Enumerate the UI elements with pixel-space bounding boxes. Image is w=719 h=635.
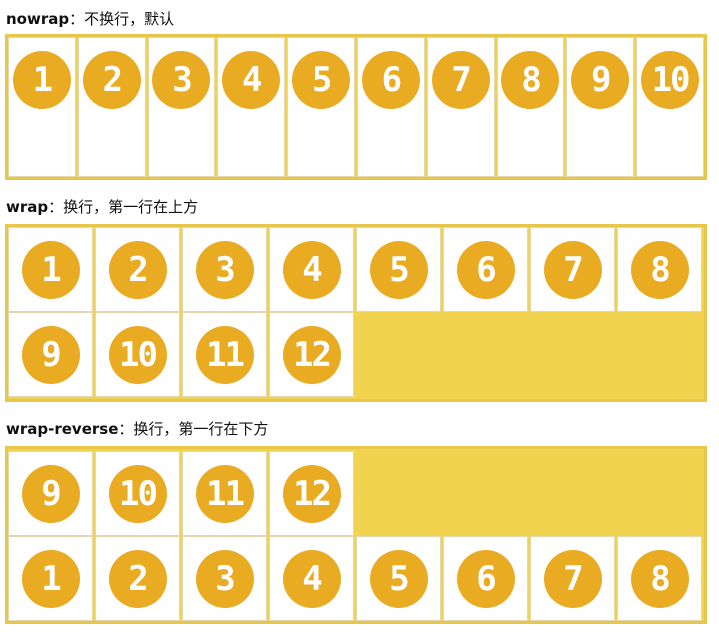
flex-item: 9 <box>8 312 93 397</box>
flex-item: 8 <box>617 227 702 312</box>
flex-item: 6 <box>443 536 528 621</box>
flex-item: 4 <box>269 227 354 312</box>
number-badge: 8 <box>501 51 560 109</box>
flex-item: 3 <box>182 536 267 621</box>
number-badge: 6 <box>456 241 515 299</box>
caption-wrap: wrap：换行，第一行在上方 <box>6 196 198 218</box>
caption-keyword: wrap-reverse <box>6 420 119 438</box>
number-badge: 4 <box>222 51 281 109</box>
number-badge: 4 <box>282 550 341 608</box>
number-badge: 9 <box>571 51 630 109</box>
number-badge: 9 <box>21 326 80 384</box>
number-badge: 5 <box>292 51 351 109</box>
number-badge: 10 <box>641 51 700 109</box>
flex-container-nowrap: 1 2 3 4 5 6 7 8 9 10 <box>5 34 707 180</box>
number-badge: 7 <box>431 51 490 109</box>
number-badge: 2 <box>108 550 167 608</box>
flex-item: 12 <box>269 312 354 397</box>
number-badge: 3 <box>195 550 254 608</box>
number-badge: 10 <box>108 465 167 523</box>
flex-item: 2 <box>95 227 180 312</box>
flex-item: 2 <box>95 536 180 621</box>
number-badge: 5 <box>369 241 428 299</box>
number-badge: 4 <box>282 241 341 299</box>
number-badge: 2 <box>82 51 141 109</box>
number-badge: 8 <box>630 550 689 608</box>
flex-item: 1 <box>8 37 76 177</box>
flex-item: 5 <box>356 227 441 312</box>
number-badge: 5 <box>369 550 428 608</box>
number-badge: 12 <box>282 465 341 523</box>
flex-item: 2 <box>77 37 146 177</box>
flex-item: 8 <box>496 37 565 177</box>
flex-item: 4 <box>269 536 354 621</box>
number-badge: 9 <box>21 465 80 523</box>
number-badge: 3 <box>195 241 254 299</box>
number-badge: 6 <box>361 51 420 109</box>
caption-wrap-reverse: wrap-reverse：换行，第一行在下方 <box>6 418 268 440</box>
flex-item: 11 <box>182 451 267 536</box>
flex-item: 6 <box>356 37 425 177</box>
flex-item: 10 <box>636 37 704 177</box>
flex-item: 7 <box>530 536 615 621</box>
flex-item: 12 <box>269 451 354 536</box>
number-badge: 3 <box>152 51 211 109</box>
number-badge: 7 <box>543 241 602 299</box>
flex-item: 1 <box>8 227 93 312</box>
flex-item: 10 <box>95 451 180 536</box>
flex-item: 10 <box>95 312 180 397</box>
caption-description: ：换行，第一行在下方 <box>118 420 269 438</box>
flex-item: 7 <box>530 227 615 312</box>
number-badge: 1 <box>21 241 80 299</box>
number-badge: 10 <box>108 326 167 384</box>
caption-keyword: nowrap <box>6 10 70 28</box>
caption-description: ：换行，第一行在上方 <box>48 198 199 216</box>
caption-nowrap: nowrap：不换行，默认 <box>6 8 174 30</box>
flex-item: 11 <box>182 312 267 397</box>
flex-item: 3 <box>147 37 216 177</box>
flex-item: 6 <box>443 227 528 312</box>
number-badge: 12 <box>282 326 341 384</box>
number-badge: 2 <box>108 241 167 299</box>
flex-item: 7 <box>426 37 495 177</box>
flex-container-wrap-reverse: 1 2 3 4 5 6 7 8 9 10 11 12 <box>5 446 707 624</box>
flex-item: 5 <box>356 536 441 621</box>
flex-item: 1 <box>8 536 93 621</box>
number-badge: 6 <box>456 550 515 608</box>
flex-item: 9 <box>8 451 93 536</box>
number-badge: 1 <box>12 51 71 109</box>
number-badge: 1 <box>21 550 80 608</box>
flex-item: 8 <box>617 536 702 621</box>
flex-item: 9 <box>566 37 635 177</box>
flex-container-wrap: 1 2 3 4 5 6 7 8 9 10 11 12 <box>5 224 707 402</box>
caption-description: ：不换行，默认 <box>69 10 175 28</box>
flex-item: 4 <box>217 37 286 177</box>
number-badge: 7 <box>543 550 602 608</box>
number-badge: 11 <box>195 465 254 523</box>
flex-item: 5 <box>287 37 355 177</box>
caption-keyword: wrap <box>6 198 49 216</box>
number-badge: 8 <box>630 241 689 299</box>
flex-item: 3 <box>182 227 267 312</box>
number-badge: 11 <box>195 326 254 384</box>
